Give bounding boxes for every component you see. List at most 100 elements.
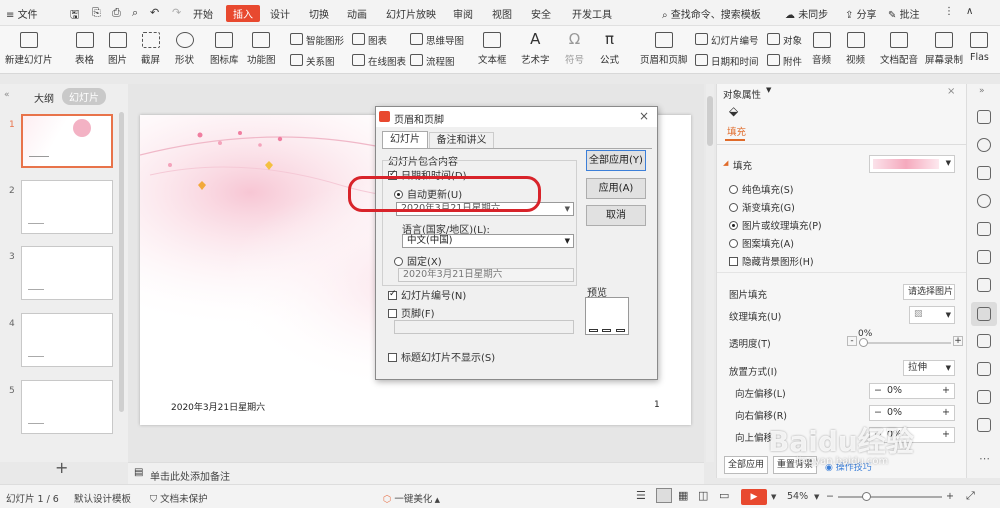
transparency-increase-button[interactable]: + [953,336,963,346]
slide-thumbnail-3[interactable] [21,246,113,300]
stepper-minus-icon[interactable]: − [874,384,882,398]
audio-button[interactable]: 音频 [812,32,831,66]
apply-all-button[interactable]: 全部应用(Y) [586,150,646,171]
play-slideshow-button[interactable]: ▶ [741,489,767,505]
art-text-button[interactable]: A 艺术字 [521,32,550,67]
zoom-level[interactable]: 54% [787,491,808,502]
more-icon[interactable]: ⋮ [944,6,954,17]
close-icon[interactable]: × [639,109,649,123]
attachment-button[interactable]: 附件 [767,54,802,68]
notes-bar[interactable]: ▤ 单击此处添加备注 [128,462,704,484]
hide-on-title-checkbox[interactable]: 标题幻灯片不显示(S) [388,349,495,364]
tab-outline[interactable]: 大纲 [34,90,54,105]
tab-view[interactable]: 视图 [492,6,512,21]
slide-thumbnail-4[interactable] [21,313,113,367]
slide-thumbnail-1[interactable] [21,114,113,168]
new-slide-button[interactable]: 新建幻灯片 [5,32,53,66]
export-icon[interactable]: ⎘ [92,6,101,20]
header-footer-button[interactable]: 页眉和页脚 [640,32,688,66]
spellcheck-icon[interactable] [977,390,991,404]
normal-view-icon[interactable] [656,488,672,503]
tab-developer[interactable]: 开发工具 [572,6,612,21]
screenshot-button[interactable]: 截屏 [141,32,160,66]
datetime-button[interactable]: 日期和时间 [695,54,759,68]
slide-thumbnail-5[interactable] [21,380,113,434]
reading-view-icon[interactable]: ◫ [698,489,708,502]
tab-slides[interactable]: 幻灯片 [62,88,106,105]
design-icon[interactable] [977,110,991,124]
stepper-plus-icon[interactable]: + [942,428,950,442]
footer-text-input[interactable] [394,320,574,334]
transparency-slider-handle[interactable] [859,338,868,347]
thumbnail-scrollbar[interactable] [119,112,124,412]
object-button[interactable]: 对象 [767,33,802,47]
chart-panel-icon[interactable] [977,278,991,292]
select-icon[interactable] [977,222,991,236]
preview-icon[interactable]: ⌕ [132,6,138,20]
tab-insert[interactable]: 插入 [226,5,260,22]
tab-dialog-notes[interactable]: 备注和讲义 [429,132,494,148]
online-chart-button[interactable]: 在线图表 [352,54,406,68]
sync-button[interactable]: ☁ 未同步 [785,6,828,21]
paint-bucket-icon[interactable]: ⬙ [729,104,738,118]
table-button[interactable]: 表格 [75,32,94,66]
grid-panel-icon[interactable] [977,362,991,376]
symbol-button[interactable]: Ω 符号 [565,32,584,67]
panel-close-icon[interactable]: × [947,86,955,97]
slide-thumbnail-2[interactable] [21,180,113,234]
tab-home[interactable]: 开始 [193,6,213,21]
notes-view-icon[interactable]: ▭ [719,489,729,502]
print-icon[interactable]: ⎙ [112,6,121,20]
stepper-plus-icon[interactable]: + [942,406,950,420]
slide-number-button[interactable]: 幻灯片编号 [695,33,759,47]
tab-dialog-slide[interactable]: 幻灯片 [382,131,428,148]
placement-dropdown[interactable]: 拉伸 ▼ [903,360,955,376]
relation-chart-button[interactable]: 关系图 [290,54,335,68]
solid-fill-radio[interactable]: 纯色填充(S) [729,182,793,196]
scrollbar-thumb[interactable] [707,96,713,146]
pattern-fill-radio[interactable]: 图案填充(A) [729,236,794,250]
tab-design[interactable]: 设计 [270,6,290,21]
command-search[interactable]: ⌕ 查找命令、搜索模板 [662,6,761,21]
screen-record-button[interactable]: 屏幕录制 [925,32,963,66]
play-options-icon[interactable]: ▼ [771,493,776,501]
cancel-button[interactable]: 取消 [586,205,646,226]
smart-shape-button[interactable]: 智能图形 [290,33,344,47]
picture-button[interactable]: 图片 [108,32,127,66]
stepper-minus-icon[interactable]: − [874,406,882,420]
picture-fill-radio[interactable]: 图片或纹理填充(P) [729,218,822,232]
backup-icon[interactable] [977,418,991,432]
comment-button[interactable]: ✎ 批注 [888,6,920,21]
fixed-date-input[interactable]: 2020年3月21日星期六 [398,268,574,282]
protect-status[interactable]: ⛉ 文档未保护 [150,491,208,505]
apply-button[interactable]: 应用(A) [586,178,646,199]
template-status[interactable]: 默认设计模板 [74,491,131,505]
fixed-radio[interactable]: 固定(X) [394,253,442,268]
language-select[interactable]: 中文(中国) ▼ [402,234,574,248]
icon-library-button[interactable]: 图标库 [210,32,239,66]
share-button[interactable]: ⇪ 分享 [845,6,877,21]
fill-preview-dropdown[interactable]: ▼ [869,155,955,173]
doc-audio-button[interactable]: 文档配音 [880,32,918,66]
gradient-fill-radio[interactable]: 渐变填充(G) [729,200,795,214]
zoom-dropdown-icon[interactable]: ▼ [814,493,819,501]
collapse-panel-icon[interactable]: « [4,90,10,100]
outline-view-icon[interactable]: ☰ [636,489,646,502]
save-icon[interactable]: 🖫 [70,6,79,25]
more-panel-icon[interactable]: ⋯ [979,452,990,465]
tab-animation[interactable]: 动画 [347,6,367,21]
hide-background-checkbox[interactable]: 隐藏背景图形(H) [729,254,814,268]
location-icon[interactable] [977,194,991,208]
canvas-scrollbar[interactable] [706,84,714,462]
tab-review[interactable]: 审阅 [453,6,473,21]
add-slide-icon[interactable]: + [55,458,68,477]
sorter-view-icon[interactable]: ▦ [678,489,688,502]
collapse-ribbon-icon[interactable]: ∧ [966,6,973,17]
tab-security[interactable]: 安全 [531,6,551,21]
redo-icon[interactable]: ↷ [172,6,181,19]
flash-button[interactable]: Flas [970,32,989,63]
shape-button[interactable]: 形状 [175,32,194,66]
fit-window-icon[interactable]: ⤢ [966,489,975,503]
textbox-panel-icon[interactable] [977,334,991,348]
navigation-icon[interactable] [977,166,991,180]
